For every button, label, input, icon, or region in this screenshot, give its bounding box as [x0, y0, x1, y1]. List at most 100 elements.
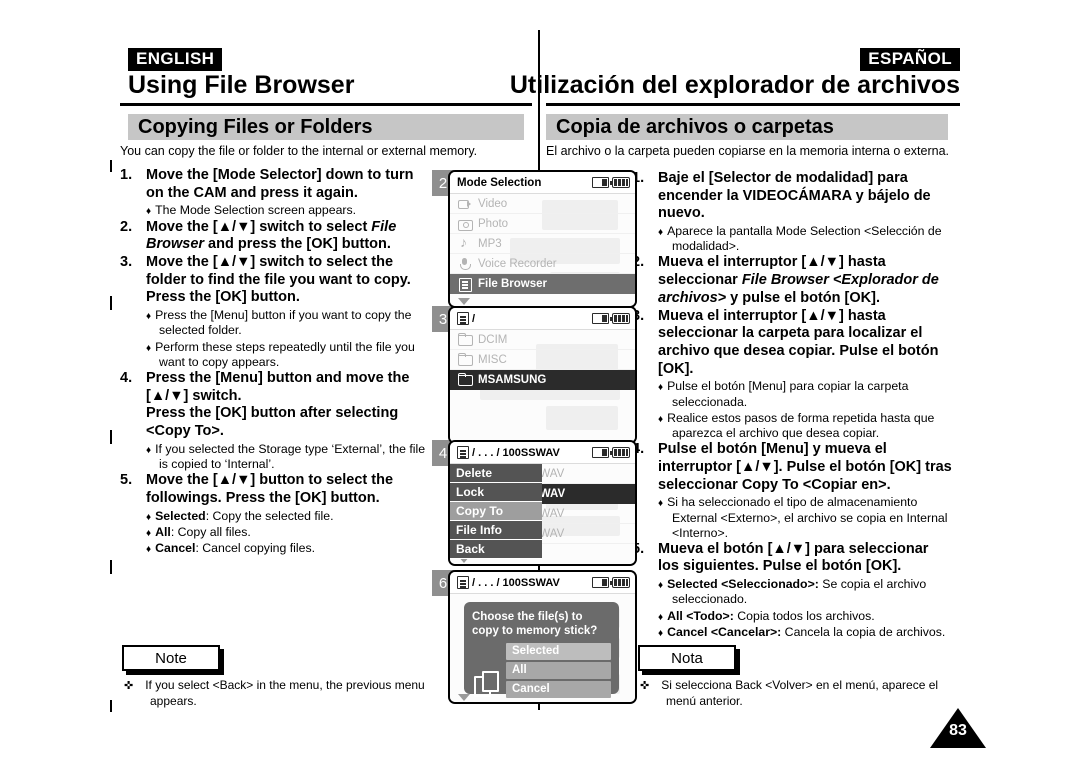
- lcd-status-icons: [592, 447, 630, 458]
- step-bullets: Si ha seleccionado el tipo de almacenami…: [658, 495, 952, 541]
- lcd-screen: / . . . / 100SSWAV Choose the file(s) to…: [448, 570, 637, 704]
- step-number: 1.: [120, 167, 133, 183]
- file-browser-icon: [457, 576, 469, 589]
- bullet-item: Pulse el botón [Menu] para copiar la car…: [658, 379, 952, 409]
- folder-row-dcim[interactable]: DCIM: [450, 330, 635, 350]
- bullet-item: The Mode Selection screen appears.: [146, 203, 430, 218]
- mode-row-file-browser[interactable]: File Browser: [450, 274, 635, 294]
- lcd-screen: Mode Selection Video Photo ♪ MP3 Voice R…: [448, 170, 637, 308]
- bullet-label: Cancel <Cancelar>:: [667, 624, 782, 639]
- battery-icon: [610, 447, 630, 458]
- bullet-rest: Copia todos los archivos.: [733, 608, 875, 623]
- context-menu-item-back[interactable]: Back: [450, 540, 542, 559]
- context-menu-item-delete[interactable]: Delete: [450, 464, 542, 483]
- lcd-status-icons: [592, 313, 630, 324]
- music-note-icon: [458, 235, 472, 250]
- folder-row-msamsung[interactable]: MSAMSUNG: [450, 370, 635, 390]
- title-rule-spanish: [546, 103, 960, 106]
- bullet-item: Selected <Seleccionado>: Se copia el arc…: [658, 577, 952, 607]
- lcd-body: DCIM MISC MSAMSUNG: [450, 330, 635, 442]
- mode-label: Video: [478, 197, 508, 210]
- dialog-button-selected[interactable]: Selected: [506, 642, 611, 660]
- section-bar-spanish: Copia de archivos o carpetas: [546, 114, 948, 140]
- intro-text-spanish: El archivo o la carpeta pueden copiarse …: [546, 144, 950, 158]
- memory-card-icon: [592, 313, 609, 324]
- mode-row-photo[interactable]: Photo: [450, 214, 635, 234]
- note-text-english: If you select <Back> in the menu, the pr…: [124, 678, 444, 709]
- lcd-body: Choose the file(s) to copy to memory sti…: [450, 594, 635, 702]
- note-label: Note: [155, 649, 187, 667]
- step-bullets: Press the [Menu] button if you want to c…: [146, 308, 430, 370]
- context-menu-item-copy-to[interactable]: Copy To: [450, 502, 542, 521]
- page-number-badge: 83: [930, 708, 986, 748]
- folder-row-misc[interactable]: MISC: [450, 350, 635, 370]
- step-number: 3.: [120, 254, 133, 271]
- lcd-header: /: [450, 308, 635, 330]
- bullet-item: Aparece la pantalla Mode Selection <Sele…: [658, 224, 952, 254]
- scroll-down-icon[interactable]: [458, 298, 470, 305]
- step-text: Mueva el interruptor [▲/▼] hasta selecci…: [658, 307, 939, 377]
- folder-icon: [458, 353, 473, 366]
- lcd-header: / . . . / 100SSWAV: [450, 442, 635, 464]
- bullet-label: Selected <Seleccionado>:: [667, 577, 819, 592]
- step-text: Move the [Mode Selector] down to turn on…: [146, 167, 414, 201]
- file-browser-icon: [457, 446, 469, 459]
- step-text: Press the [Menu] button and move the [▲/…: [146, 369, 410, 404]
- bullet-item: All: Copy all files.: [146, 525, 430, 540]
- bullet-item: Perform these steps repeatedly until the…: [146, 340, 430, 370]
- battery-icon: [610, 313, 630, 324]
- folder-icon: [458, 333, 473, 346]
- mode-row-voice-recorder[interactable]: Voice Recorder: [450, 254, 635, 274]
- dialog-message: Choose the file(s) to copy to memory sti…: [472, 611, 598, 638]
- dialog-options: Selected All Cancel: [506, 642, 611, 700]
- lcd-path: /: [472, 312, 476, 325]
- screen-connector: [110, 160, 112, 172]
- step-item: 4. Pulse el botón [Menu] y mueva el inte…: [632, 441, 952, 541]
- dialog-button-all[interactable]: All: [506, 661, 611, 679]
- lcd-status-icons: [592, 177, 630, 188]
- battery-icon: [610, 177, 630, 188]
- bullet-item: Press the [Menu] button if you want to c…: [146, 308, 430, 338]
- section-bar-english: Copying Files or Folders: [128, 114, 524, 140]
- folder-label: MSAMSUNG: [478, 373, 547, 386]
- note-box-spanish: Nota: [638, 645, 736, 671]
- mode-row-video[interactable]: Video: [450, 194, 635, 214]
- step-item: 2. Mueva el interruptor [▲/▼] hasta sele…: [632, 254, 952, 307]
- step-item: 1. Baje el [Selector de modalidad] para …: [632, 170, 952, 254]
- lcd-title: /: [457, 312, 592, 325]
- section-title-spanish: Copia de archivos o carpetas: [556, 116, 834, 138]
- step-text-post: and press the [OK] button.: [204, 236, 391, 253]
- bullet-item: Selected: Copy the selected file.: [146, 509, 430, 524]
- lcd-body: Video Photo MP3 Voice Recorder File Brow…: [450, 194, 635, 306]
- page-number: 83: [949, 722, 967, 739]
- step-item: 3. Mueva el interruptor [▲/▼] hasta sele…: [632, 308, 952, 442]
- copy-files-icon: [474, 670, 500, 700]
- lcd-screen: / DCIM MISC MSAMSUNG: [448, 306, 637, 444]
- bullet-item: If you selected the Storage type ‘Extern…: [146, 442, 430, 472]
- step-text: Move the [▲/▼] switch to select the fold…: [146, 254, 411, 306]
- steps-list-english: 1. Move the [Mode Selector] down to turn…: [120, 167, 430, 556]
- video-icon: [458, 197, 472, 210]
- step-text-secondary: Press the [OK] button after selecting <C…: [146, 405, 399, 440]
- lcd-status-icons: [592, 577, 630, 588]
- folder-icon: [458, 373, 473, 386]
- mode-row-mp3[interactable]: MP3: [450, 234, 635, 254]
- bullet-rest: : Copy all files.: [170, 524, 251, 539]
- step-bullets: Selected <Seleccionado>: Se copia el arc…: [658, 577, 952, 640]
- copy-confirmation-dialog: Choose the file(s) to copy to memory sti…: [464, 602, 619, 698]
- context-menu-item-lock[interactable]: Lock: [450, 483, 542, 502]
- scroll-down-icon[interactable]: [458, 694, 470, 701]
- bullet-label: All <Todo>:: [667, 608, 734, 623]
- screen-connector: [110, 296, 112, 310]
- bullet-item: Realice estos pasos de forma repetida ha…: [658, 411, 952, 441]
- mode-label: Photo: [478, 217, 509, 230]
- bullet-label: Cancel: [155, 541, 196, 556]
- lcd-screen: / . . . / 100SSWAV SWAV0001.WAV: [448, 440, 637, 566]
- context-menu-item-file-info[interactable]: File Info: [450, 521, 542, 540]
- intro-text-english: You can copy the file or folder to the i…: [120, 144, 478, 158]
- step-text: Move the [▲/▼] switch to select File Bro…: [146, 219, 430, 254]
- bullet-item: All <Todo>: Copia todos los archivos.: [658, 609, 952, 624]
- bullet-rest: : Copy the selected file.: [205, 508, 334, 523]
- dialog-button-cancel[interactable]: Cancel: [506, 680, 611, 698]
- language-tag-english: ENGLISH: [128, 48, 223, 71]
